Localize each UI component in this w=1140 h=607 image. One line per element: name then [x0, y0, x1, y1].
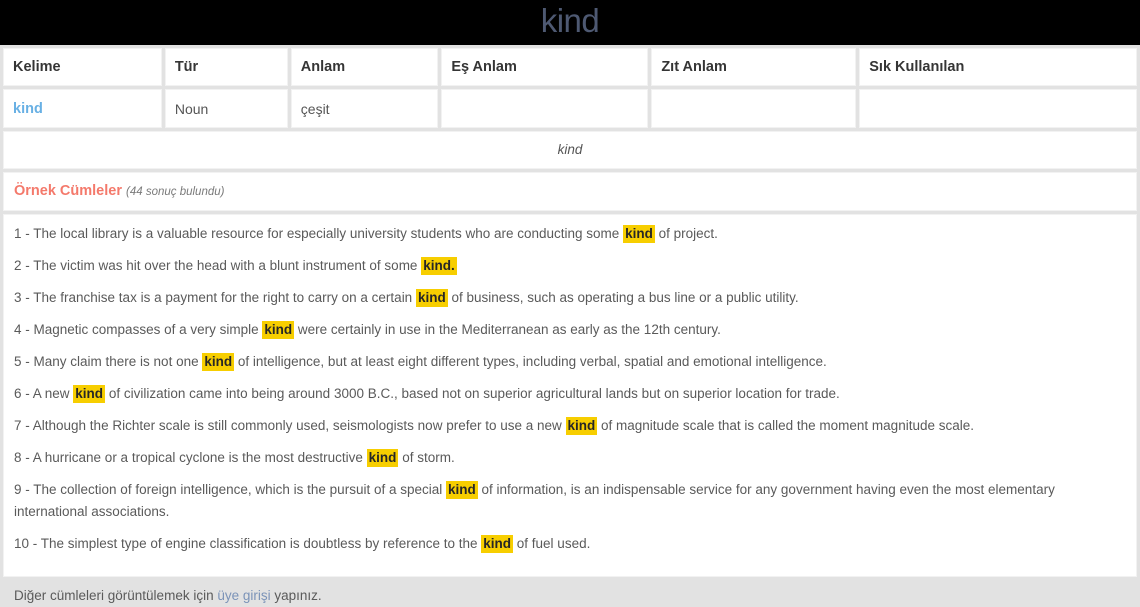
sentence-text-after: of magnitude scale that is called the mo…: [597, 418, 974, 433]
cell-anlam: çeşit: [290, 89, 439, 128]
highlighted-term: kind: [262, 321, 295, 339]
example-sentence: 4 - Magnetic compasses of a very simple …: [14, 319, 1126, 341]
highlighted-term: kind: [565, 417, 598, 435]
highlighted-term: kind: [481, 535, 514, 553]
column-header-kelime: Kelime: [3, 48, 162, 86]
top-banner: kind: [0, 0, 1140, 45]
sentence-text-after: of civilization came into being around 3…: [105, 386, 840, 401]
example-sentence: 2 - The victim was hit over the head wit…: [14, 255, 1126, 277]
cell-es-anlam: [441, 89, 649, 128]
table-header-row: Kelime Tür Anlam Eş Anlam Zıt Anlam Sık …: [3, 48, 1137, 86]
column-header-anlam: Anlam: [290, 48, 439, 86]
sentence-text-before: The local library is a valuable resource…: [33, 226, 624, 241]
sentence-text-before: A new: [32, 386, 74, 401]
cell-tur: Noun: [164, 89, 288, 128]
column-header-tur: Tür: [164, 48, 288, 86]
sentence-number: 4 -: [14, 322, 34, 337]
page-title: kind: [540, 2, 600, 39]
examples-result-count: (44 sonuç bulundu): [126, 186, 225, 198]
sentence-number: 5 -: [14, 354, 34, 369]
word-echo-panel: kind: [3, 131, 1137, 169]
column-header-zit-anlam: Zıt Anlam: [651, 48, 857, 86]
sentence-number: 10 -: [14, 536, 41, 551]
example-sentences-panel: 1 - The local library is a valuable reso…: [3, 214, 1137, 603]
highlighted-term: kind: [366, 449, 399, 467]
word-echo-text: kind: [557, 142, 583, 157]
examples-heading-label: Örnek Cümleler: [14, 183, 122, 199]
sentence-text-after: of project.: [654, 226, 718, 241]
member-login-link[interactable]: üye girişi: [217, 588, 270, 603]
sentence-text-after: of storm.: [398, 450, 455, 465]
column-header-es-anlam: Eş Anlam: [441, 48, 649, 86]
sentence-list: 1 - The local library is a valuable reso…: [14, 223, 1126, 555]
highlighted-term: kind: [446, 481, 478, 499]
sentence-number: 8 -: [14, 450, 33, 465]
examples-heading-panel: Örnek Cümleler (44 sonuç bulundu): [3, 172, 1137, 211]
sentence-number: 2 -: [14, 258, 34, 273]
sentence-number: 6 -: [14, 386, 33, 401]
sentence-number: 3 -: [14, 290, 34, 305]
highlighted-term: kind: [202, 353, 235, 371]
sentence-text-before: Although the Richter scale is still comm…: [32, 418, 566, 433]
login-prompt-post: yapınız.: [270, 588, 322, 603]
sentence-text-after: of fuel used.: [513, 536, 591, 551]
login-prompt-pre: Diğer cümleleri görüntülemek için: [14, 588, 218, 603]
sentence-number: 1 -: [14, 226, 34, 241]
sentence-number: 9 -: [14, 482, 34, 497]
highlighted-term: kind: [73, 385, 106, 403]
highlighted-term: kind: [623, 225, 655, 243]
cell-kelime: kind: [3, 89, 162, 128]
table-row: kind Noun çeşit: [3, 89, 1137, 128]
example-sentence: 8 - A hurricane or a tropical cyclone is…: [14, 447, 1126, 469]
cell-zit-anlam: [651, 89, 857, 128]
sentence-number: 7 -: [14, 418, 33, 433]
sentence-text-before: Magnetic compasses of a very simple: [33, 322, 263, 337]
sentence-text-before: Many claim there is not one: [33, 354, 203, 369]
sentence-text-before: The victim was hit over the head with a …: [33, 258, 422, 273]
example-sentence: 3 - The franchise tax is a payment for t…: [14, 287, 1126, 309]
sentence-text-before: The collection of foreign intelligence, …: [33, 482, 446, 497]
example-sentence: 5 - Many claim there is not one kind of …: [14, 351, 1126, 373]
example-sentence: 10 - The simplest type of engine classif…: [14, 533, 1126, 555]
cell-sik-kullanilan: [859, 89, 1137, 128]
highlighted-term: kind.: [421, 257, 457, 275]
example-sentence: 6 - A new kind of civilization came into…: [14, 383, 1126, 405]
sentence-text-after: of business, such as operating a bus lin…: [447, 290, 799, 305]
sentence-text-before: The simplest type of engine classificati…: [40, 536, 482, 551]
word-details-table: Kelime Tür Anlam Eş Anlam Zıt Anlam Sık …: [0, 45, 1140, 131]
sentence-text-before: The franchise tax is a payment for the r…: [33, 290, 416, 305]
example-sentence: 7 - Although the Richter scale is still …: [14, 415, 1126, 437]
sentence-text-before: A hurricane or a tropical cyclone is the…: [32, 450, 367, 465]
login-prompt: Diğer cümleleri görüntülemek için üye gi…: [14, 585, 1126, 607]
sentence-text-after: were certainly in use in the Mediterrane…: [294, 322, 721, 337]
sentence-text-after: of intelligence, but at least eight diff…: [234, 354, 827, 369]
column-header-sik-kullanilan: Sık Kullanılan: [859, 48, 1137, 86]
word-link-kind[interactable]: kind: [13, 101, 43, 117]
example-sentence: 9 - The collection of foreign intelligen…: [14, 479, 1126, 523]
highlighted-term: kind: [415, 289, 448, 307]
example-sentence: 1 - The local library is a valuable reso…: [14, 223, 1126, 245]
